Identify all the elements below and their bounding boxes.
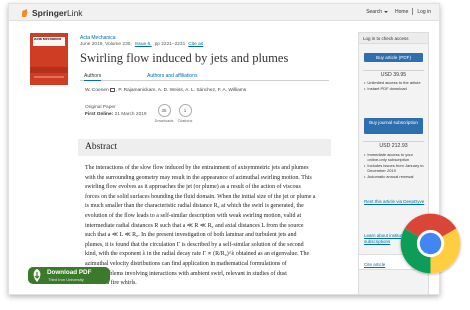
citations-metric: 1 Citations [175,104,195,123]
online-date: 21 March 2019 [114,112,147,117]
login-link[interactable]: Log in [417,9,431,15]
abstract-body: The interactions of the slow flow induce… [85,164,321,289]
divider [363,70,424,71]
citations-label: Citations [177,119,193,123]
buy-subscription-button[interactable]: Buy journal subscription [364,118,423,134]
download-pdf-badge[interactable]: Download PDF Third Iron University [28,267,110,284]
nav-divider [412,8,414,15]
benefit-item: Immediate access to your online-only sub… [364,152,426,162]
abstract-line: plume problems involving interactions wi… [85,270,287,277]
springer-link-logo[interactable]: SpringerLink [20,7,83,18]
citation-line: June 2019, Volume 230, Issue 6, pp 2221–… [80,42,203,47]
cover-ornament [34,76,64,78]
abstract-line: forces on the solid surfaces bounding th… [85,193,316,200]
citation-volume: June 2019, Volume 230, [80,42,132,47]
access-header: Log in to check access [359,33,428,44]
cover-title: Acta Mechanica [34,38,62,41]
downloads-metric: 35 Downloads [154,104,174,123]
online-label: First Online: [85,112,114,117]
brand-suffix: Link [66,7,83,18]
author-first[interactable]: W. Coenen [85,88,109,93]
subscription-benefits: Immediate access to your online-only sub… [364,152,426,180]
divider [363,141,424,142]
issue-link[interactable]: Issue 6, [135,42,152,47]
abstract-line: is much smaller than the characteristic … [85,203,304,210]
benefit-item: Instant PDF download [364,86,426,91]
abstract-line: swirling flow evolves as it approaches t… [85,184,301,191]
benefit-item: Includes issues from January to December… [364,163,426,173]
leaf-download-icon [33,269,41,282]
downloads-count: 35 [157,104,171,117]
tab-affiliations[interactable]: Authors and affiliations [147,73,198,79]
abstract-line: azimuthal velocity distributions can fin… [85,260,287,267]
author-tabs: Authors Authors and affiliations [80,73,329,81]
abstract-line: intermediate radial distances R such tha… [85,222,304,229]
cover-band [30,67,68,73]
abstract-line: devils and fire whirls. [85,280,137,287]
downloads-label: Downloads [154,119,174,123]
header-nav: Search Home Log in [366,8,431,15]
article-price: USD 39.95 [380,72,407,78]
search-link[interactable]: Search [366,9,382,15]
cite-as-link[interactable]: Cite as [188,42,203,47]
journal-cover[interactable]: Acta Mechanica [30,33,68,85]
citations-count: 1 [178,104,192,117]
abstract-line: plumes, it is found that the circulation… [85,241,304,248]
chrome-logo-icon [400,213,461,274]
site-header: SpringerLink Search Home Log in [9,4,439,21]
author-others[interactable]: , P. Rajamanickam, A. D. Weiss, A. L. Sá… [116,88,246,93]
benefit-item: Automatic annual renewal [364,174,426,179]
abstract-line: such that a ≪ L ≪ R₀. In the present inv… [85,232,297,239]
download-pdf-label: Download PDF [47,269,92,276]
buy-article-button[interactable]: Buy article (PDF) [364,53,423,62]
springer-horse-icon [22,8,28,17]
home-link[interactable]: Home [395,9,408,15]
abstract-line: evolution of the flow leads to a self-si… [85,212,302,219]
abstract-line: The interactions of the slow flow induce… [85,165,309,171]
author-list: W. Coenen , P. Rajamanickam, A. D. Weiss,… [85,88,246,93]
citation-pages: pp 2221–2231 [154,42,186,47]
rent-deepdyve-link[interactable]: Rent this article via DeepDyve [364,199,426,205]
chevron-down-icon[interactable] [384,10,389,13]
brand-name: Springer [32,7,67,18]
browser-screenshot: SpringerLink Search Home Log in Acta Mec… [8,3,440,295]
journal-link[interactable]: Acta Mechanica [80,35,116,41]
subscription-price: USD 212.93 [379,143,408,149]
abstract-line: kind, with the exponent λ in the radial … [85,251,310,258]
article-type: Original Paper [85,105,116,110]
abstract-header: Abstract [78,139,331,156]
article-title: Swirling flow induced by jets and plumes [80,51,289,65]
abstract-heading: Abstract [85,142,118,152]
abstract-line: with the surrounding geometry may result… [85,174,312,181]
article-benefits: Unlimited access to the article Instant … [364,80,426,91]
download-source-label: Third Iron University [48,277,84,282]
email-icon[interactable] [109,88,115,92]
tab-authors[interactable]: Authors [84,73,102,81]
benefit-item: Unlimited access to the article [364,80,426,85]
article-meta: Original Paper First Online: 21 March 20… [85,104,147,118]
